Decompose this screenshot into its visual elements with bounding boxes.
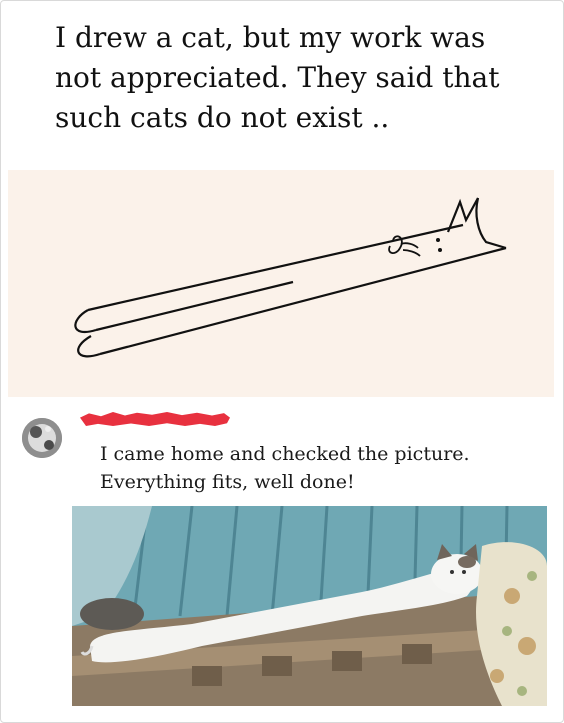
comment-text: I came home and checked the picture. Eve… <box>100 443 470 493</box>
redacted-username <box>80 412 230 426</box>
comment: I came home and checked the picture. Eve… <box>0 400 564 723</box>
long-cat-photo <box>72 506 547 706</box>
long-cat-drawing <box>8 170 554 397</box>
post-headline: I drew a cat, but my work was not apprec… <box>55 21 500 134</box>
avatar[interactable] <box>22 418 62 458</box>
